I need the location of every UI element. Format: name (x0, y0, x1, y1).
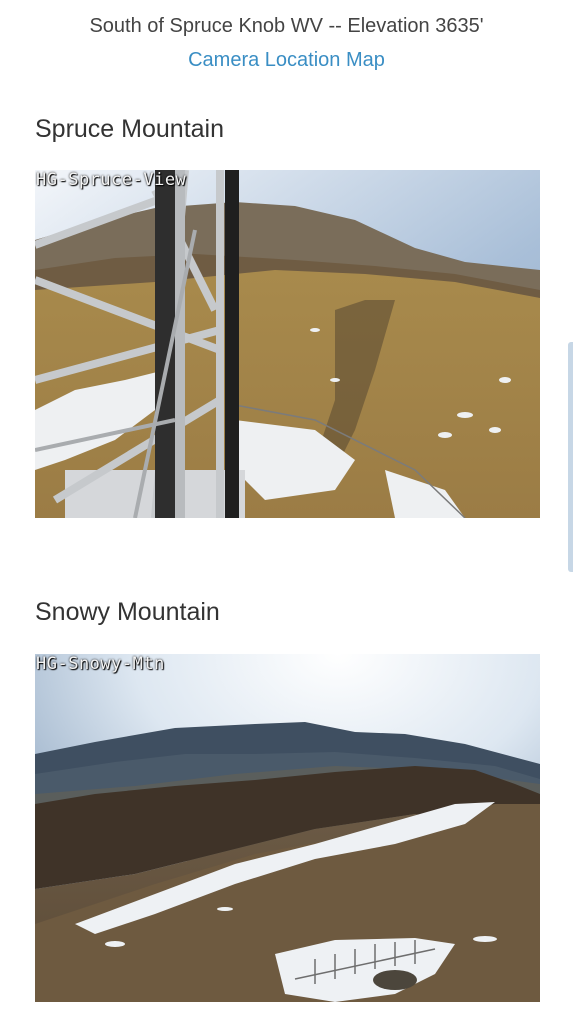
camera-overlay-label: HG-Snowy-Mtn (36, 654, 165, 674)
scroll-indicator[interactable] (568, 342, 573, 572)
camera-location-map-link[interactable]: Camera Location Map (0, 47, 573, 73)
camera-image-spruce[interactable]: HG-Spruce-View (35, 170, 540, 518)
camera-overlay-label: HG-Spruce-View (36, 170, 187, 190)
location-subtitle: South of Spruce Knob WV -- Elevation 363… (89, 15, 484, 37)
camera-title-snowy: Snowy Mountain (35, 598, 220, 626)
camera-title-spruce: Spruce Mountain (35, 115, 225, 143)
camera-image-snowy[interactable]: HG-Snowy-Mtn (35, 654, 540, 1002)
